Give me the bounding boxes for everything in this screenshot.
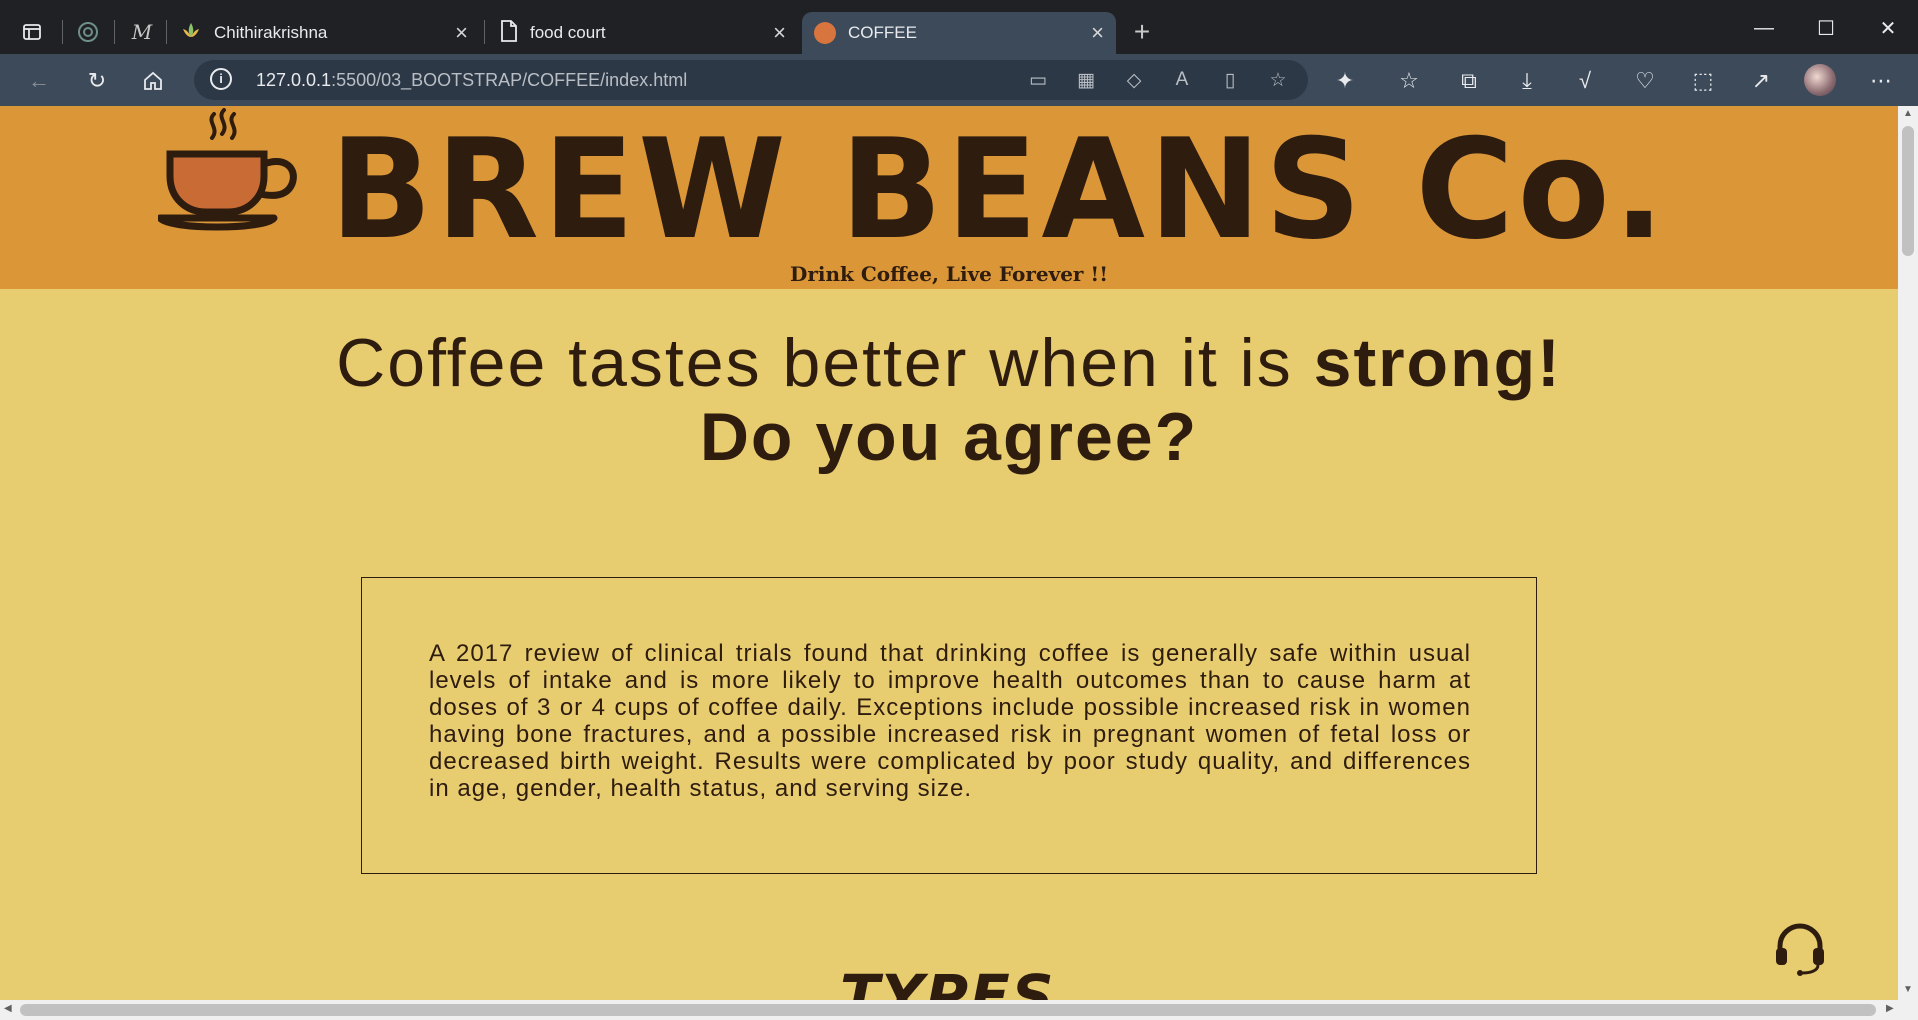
site-info-icon[interactable]: i bbox=[210, 68, 232, 90]
tab-food-court[interactable]: food court × bbox=[488, 12, 798, 54]
shopping-tag-icon[interactable]: ◇ bbox=[1120, 66, 1148, 94]
pinned-tab-chatgpt-icon[interactable] bbox=[74, 18, 102, 46]
headline-emphasis: strong! bbox=[1313, 325, 1562, 401]
close-tab-icon[interactable]: × bbox=[773, 22, 786, 44]
tab-bar: M Chithirakrishna × food court × COFFEE … bbox=[0, 0, 1918, 54]
collections-icon[interactable]: ⧉ bbox=[1452, 64, 1486, 98]
coffee-cup-logo-icon bbox=[158, 108, 297, 231]
scroll-left-icon[interactable]: ◀ bbox=[4, 1003, 12, 1014]
close-tab-icon[interactable]: × bbox=[455, 22, 468, 44]
headset-support-icon[interactable] bbox=[1772, 920, 1828, 976]
page-viewport: BREW BEANS Co. Drink Coffee, Live Foreve… bbox=[0, 106, 1898, 1000]
scrollbar-thumb[interactable] bbox=[20, 1004, 1876, 1016]
math-solver-icon[interactable]: √ bbox=[1568, 64, 1602, 98]
tab-title: COFFEE bbox=[848, 23, 917, 42]
minimize-icon[interactable]: — bbox=[1744, 14, 1784, 42]
more-menu-icon[interactable]: ⋯ bbox=[1864, 64, 1898, 98]
coffee-favicon bbox=[814, 22, 836, 44]
site-header: BREW BEANS Co. Drink Coffee, Live Foreve… bbox=[0, 106, 1898, 289]
screenshot-icon[interactable]: ⬚ bbox=[1686, 64, 1720, 98]
maximize-icon[interactable]: ☐ bbox=[1806, 14, 1846, 42]
types-heading: TYPES bbox=[840, 962, 1056, 1000]
tab-coffee[interactable]: COFFEE × bbox=[802, 12, 1116, 54]
horizontal-scrollbar[interactable]: ◀ ▶ bbox=[0, 1000, 1918, 1020]
info-paragraph: A 2017 review of clinical trials found t… bbox=[429, 640, 1471, 802]
page-headline: Coffee tastes better when it is strong! … bbox=[0, 326, 1898, 474]
headline-line-1: Coffee tastes better when it is strong! bbox=[336, 325, 1562, 401]
headline-line-2: Do you agree? bbox=[699, 399, 1199, 475]
tagline: Drink Coffee, Live Forever !! bbox=[790, 262, 1108, 286]
refresh-icon[interactable]: ↻ bbox=[80, 64, 114, 98]
back-icon[interactable]: ← bbox=[22, 64, 56, 98]
brand-title: BREW BEANS Co. bbox=[330, 109, 1669, 270]
page-icon bbox=[500, 19, 518, 47]
info-box: A 2017 review of clinical trials found t… bbox=[361, 577, 1537, 874]
browser-essentials-icon[interactable]: ♡ bbox=[1628, 64, 1662, 98]
close-window-icon[interactable]: ✕ bbox=[1868, 14, 1908, 42]
favorites-icon[interactable]: ☆ bbox=[1392, 64, 1426, 98]
url-text[interactable]: 127.0.0.1:5500/03_BOOTSTRAP/COFFEE/index… bbox=[256, 70, 687, 91]
profile-avatar[interactable] bbox=[1804, 64, 1836, 96]
downloads-icon[interactable]: ⤓ bbox=[1510, 64, 1544, 98]
tab-title: Chithirakrishna bbox=[214, 23, 328, 42]
tab-chithirakrishna[interactable]: Chithirakrishna × bbox=[170, 12, 480, 54]
new-tab-icon[interactable]: + bbox=[1128, 16, 1156, 47]
add-favorite-icon[interactable]: ☆ bbox=[1264, 66, 1292, 94]
tab-actions-icon[interactable] bbox=[18, 18, 46, 46]
address-bar[interactable]: i 127.0.0.1:5500/03_BOOTSTRAP/COFFEE/ind… bbox=[194, 60, 1308, 100]
pinned-tab-m-icon[interactable]: M bbox=[128, 18, 156, 46]
read-aloud-icon[interactable]: A bbox=[1168, 66, 1196, 94]
home-icon[interactable] bbox=[136, 64, 170, 98]
scroll-down-icon[interactable]: ▼ bbox=[1898, 984, 1918, 995]
app-available-icon[interactable]: ▭ bbox=[1024, 66, 1052, 94]
scroll-right-icon[interactable]: ▶ bbox=[1886, 1003, 1894, 1014]
vertical-scrollbar[interactable]: ▲ ▼ bbox=[1898, 106, 1918, 1000]
browser-toolbar: ← ↻ i 127.0.0.1:5500/03_BOOTSTRAP/COFFEE… bbox=[0, 54, 1918, 106]
extensions-icon[interactable]: ✦ bbox=[1328, 64, 1362, 98]
scroll-up-icon[interactable]: ▲ bbox=[1898, 108, 1918, 119]
share-icon[interactable]: ↗ bbox=[1744, 64, 1778, 98]
tab-title: food court bbox=[530, 23, 606, 42]
lotus-icon bbox=[180, 20, 202, 47]
close-tab-icon[interactable]: × bbox=[1091, 22, 1104, 44]
scrollbar-thumb[interactable] bbox=[1902, 126, 1914, 256]
immersive-reader-icon[interactable]: ▯ bbox=[1216, 66, 1244, 94]
qr-code-icon[interactable]: ▦ bbox=[1072, 66, 1100, 94]
